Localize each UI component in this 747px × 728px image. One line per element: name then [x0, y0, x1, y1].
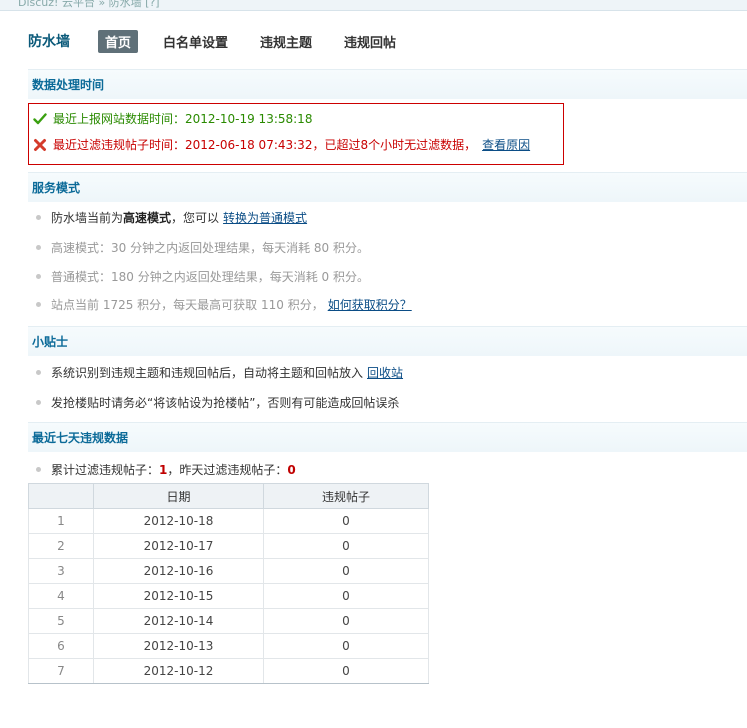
row-count: 0 — [263, 658, 429, 684]
switch-mode-link[interactable]: 转换为普通模式 — [223, 209, 307, 226]
top-breadcrumb-strip: Discuz! 云平台 » 防水墙 [?] — [0, 0, 747, 11]
table-row: 2 2012-10-17 0 — [28, 533, 429, 559]
row-count: 0 — [263, 608, 429, 634]
section-title: 服务模式 — [32, 181, 81, 195]
filter-time-row: 最近过滤违规帖子时间：2012-06-18 07:43:32，已超过8个小时无过… — [33, 136, 530, 153]
table-row: 5 2012-10-14 0 — [28, 608, 429, 634]
recent-data-table: 日期 违规帖子 1 2012-10-18 0 2 2012-10-17 0 3 … — [28, 483, 429, 684]
yesterday-filtered-count: 0 — [287, 462, 296, 477]
view-reason-link[interactable]: 查看原因 — [482, 136, 530, 153]
row-count: 0 — [263, 633, 429, 659]
page-header: 防水墙 首页 白名单设置 违规主题 违规回帖 — [28, 29, 421, 53]
tip-rush-floor-text: 发抢楼贴时请务必“将该帖设为抢楼帖”，否则有可能造成回帖误杀 — [51, 396, 400, 410]
row-count: 0 — [263, 583, 429, 609]
section-service-mode: 服务模式 — [28, 172, 747, 202]
service-mode-line: 防水墙当前为 高速模式 ，您可以 转换为普通模式 — [36, 209, 307, 226]
tab-violating-replies[interactable]: 违规回帖 — [337, 30, 403, 53]
col-count-header: 违规帖子 — [263, 483, 429, 509]
report-time-row: 最近上报网站数据时间：2012-10-19 13:58:18 — [33, 110, 312, 127]
col-index-header — [28, 483, 94, 509]
tab-home[interactable]: 首页 — [98, 29, 139, 53]
how-to-get-points-link[interactable]: 如何获取积分？ — [328, 296, 412, 313]
processing-alert-box: 最近上报网站数据时间：2012-10-19 13:58:18 最近过滤违规帖子时… — [28, 103, 564, 165]
row-index: 3 — [28, 558, 94, 584]
section-title: 最近七天违规数据 — [32, 431, 129, 445]
table-row: 6 2012-10-13 0 — [28, 633, 429, 659]
bullet-icon — [36, 302, 41, 307]
summary-mid: ，昨天过滤违规帖子： — [167, 463, 288, 477]
points-info: 站点当前 1725 积分，每天最高可获取 110 积分， 如何获取积分？ — [36, 296, 412, 313]
table-row: 1 2012-10-18 0 — [28, 508, 429, 534]
bullet-icon — [36, 274, 41, 279]
service-mode-post: ，您可以 — [171, 211, 220, 225]
recycle-bin-link[interactable]: 回收站 — [367, 364, 403, 381]
row-index: 6 — [28, 633, 94, 659]
high-speed-text: 高速模式：30 分钟之内返回处理结果，每天消耗 80 积分。 — [51, 241, 369, 255]
table-row: 4 2012-10-15 0 — [28, 583, 429, 609]
tab-whitelist[interactable]: 白名单设置 — [156, 30, 235, 53]
row-date: 2012-10-15 — [93, 583, 264, 609]
row-index: 2 — [28, 533, 94, 559]
row-date: 2012-10-18 — [93, 508, 264, 534]
row-date: 2012-10-14 — [93, 608, 264, 634]
table-row: 7 2012-10-12 0 — [28, 658, 429, 684]
row-index: 4 — [28, 583, 94, 609]
page-title: 防水墙 — [28, 34, 70, 50]
row-index: 5 — [28, 608, 94, 634]
tip-recycle-line: 系统识别到违规主题和违规回帖后，自动将主题和回帖放入 回收站 — [36, 364, 403, 381]
row-count: 0 — [263, 558, 429, 584]
col-date-header: 日期 — [93, 483, 264, 509]
tab-violating-threads[interactable]: 违规主题 — [253, 30, 319, 53]
row-index: 7 — [28, 658, 94, 684]
recent-summary-line: 累计过滤违规帖子： 1 ，昨天过滤违规帖子： 0 — [36, 461, 296, 478]
bullet-icon — [36, 215, 41, 220]
high-speed-info: 高速模式：30 分钟之内返回处理结果，每天消耗 80 积分。 — [36, 239, 369, 256]
table-header-row: 日期 违规帖子 — [28, 483, 429, 509]
bullet-icon — [36, 467, 41, 472]
error-x-icon — [34, 138, 46, 151]
filter-time-text: 最近过滤违规帖子时间：2012-06-18 07:43:32，已超过8个小时无过… — [53, 138, 477, 152]
section-title: 数据处理时间 — [32, 78, 105, 92]
bullet-icon — [36, 370, 41, 375]
points-text: 站点当前 1725 积分，每天最高可获取 110 积分， — [51, 298, 324, 312]
normal-mode-text: 普通模式：180 分钟之内返回处理结果，每天消耗 0 积分。 — [51, 270, 369, 284]
check-icon — [33, 112, 47, 124]
row-count: 0 — [263, 533, 429, 559]
nav-tabs: 首页 白名单设置 违规主题 违规回帖 — [98, 29, 421, 53]
report-time-text: 最近上报网站数据时间：2012-10-19 13:58:18 — [53, 112, 313, 126]
section-title: 小贴士 — [32, 335, 69, 349]
summary-pre: 累计过滤违规帖子： — [51, 463, 160, 477]
row-count: 0 — [263, 508, 429, 534]
tip-recycle-text: 系统识别到违规主题和违规回帖后，自动将主题和回帖放入 — [51, 366, 364, 380]
row-index: 1 — [28, 508, 94, 534]
row-date: 2012-10-13 — [93, 633, 264, 659]
row-date: 2012-10-16 — [93, 558, 264, 584]
breadcrumb-text: Discuz! 云平台 » 防水墙 [?] — [18, 0, 160, 9]
table-row: 3 2012-10-16 0 — [28, 558, 429, 584]
section-recent-data: 最近七天违规数据 — [28, 422, 747, 452]
normal-mode-info: 普通模式：180 分钟之内返回处理结果，每天消耗 0 积分。 — [36, 268, 369, 285]
row-date: 2012-10-12 — [93, 658, 264, 684]
service-mode-current: 高速模式 — [123, 211, 172, 225]
section-tips: 小贴士 — [28, 326, 747, 356]
row-date: 2012-10-17 — [93, 533, 264, 559]
service-mode-pre: 防水墙当前为 — [51, 211, 124, 225]
bullet-icon — [36, 400, 41, 405]
tip-rush-floor-line: 发抢楼贴时请务必“将该帖设为抢楼帖”，否则有可能造成回帖误杀 — [36, 394, 399, 411]
total-filtered-count: 1 — [159, 462, 168, 477]
bullet-icon — [36, 245, 41, 250]
section-processing-time: 数据处理时间 — [28, 69, 747, 99]
